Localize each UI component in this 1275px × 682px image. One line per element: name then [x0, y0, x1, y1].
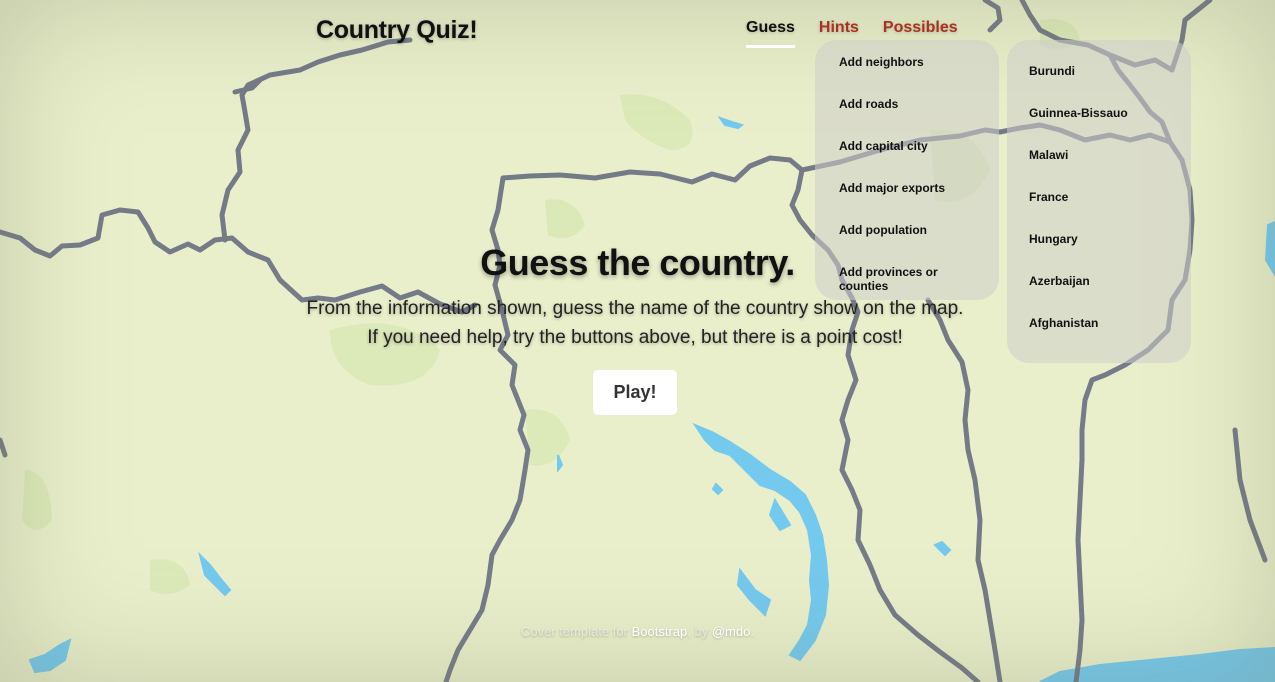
hint-add-major-exports[interactable]: Add major exports: [839, 181, 989, 195]
hero-heading: Guess the country.: [480, 242, 795, 283]
footer-mdo-link[interactable]: @mdo: [712, 624, 751, 639]
hint-add-roads[interactable]: Add roads: [839, 97, 989, 111]
possible-guinnea-bissauo[interactable]: Guinnea-Bissauo: [1029, 106, 1179, 120]
possible-malawi[interactable]: Malawi: [1029, 148, 1179, 162]
hint-add-capital-city[interactable]: Add capital city: [839, 139, 989, 153]
hero-lead-text: From the information shown, guess the na…: [306, 298, 964, 348]
footer-text-after: .: [750, 624, 754, 639]
footer: Cover template for Bootstrap, by @mdo.: [0, 624, 1275, 639]
footer-bootstrap-link[interactable]: Bootstrap: [632, 624, 688, 639]
play-button[interactable]: Play!: [593, 370, 677, 415]
nav-guess[interactable]: Guess: [746, 19, 795, 48]
site-title: Country Quiz!: [316, 16, 478, 44]
possible-afghanistan[interactable]: Afghanistan: [1029, 316, 1179, 330]
possibles-dropdown: Burundi Guinnea-Bissauo Malawi France Hu…: [1007, 40, 1191, 363]
possible-burundi[interactable]: Burundi: [1029, 64, 1179, 78]
footer-text-middle: , by: [687, 624, 709, 639]
hint-add-population[interactable]: Add population: [839, 223, 989, 237]
possible-france[interactable]: France: [1029, 190, 1179, 204]
hint-add-neighbors[interactable]: Add neighbors: [839, 55, 989, 69]
footer-text-before: Cover template for: [521, 624, 628, 639]
